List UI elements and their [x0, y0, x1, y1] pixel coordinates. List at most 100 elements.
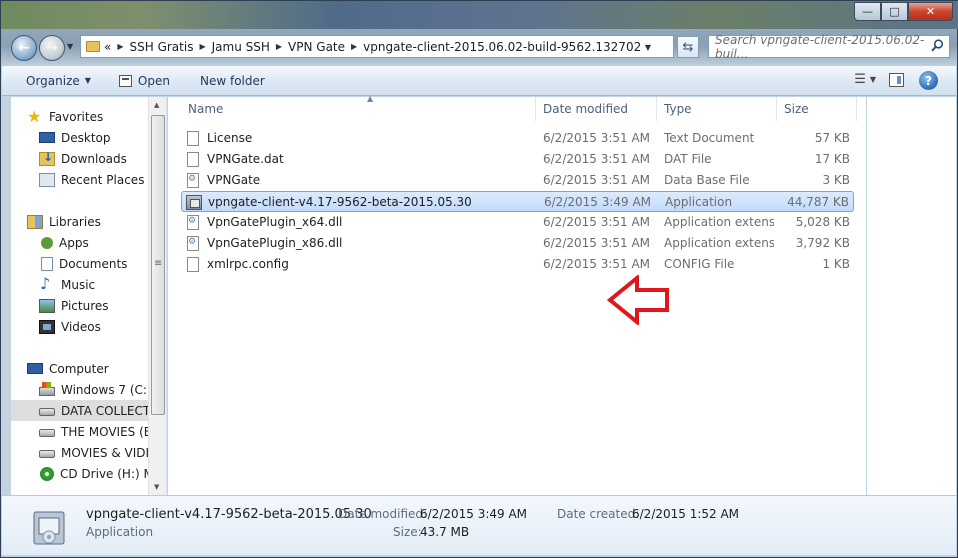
file-name: VPNGate	[207, 173, 261, 187]
column-header-label: Date modified	[543, 102, 629, 116]
libraries-icon	[27, 214, 43, 229]
search-input[interactable]: Search vpngate-client-2015.06.02-buil...	[708, 32, 950, 61]
file-type: Text Document	[664, 131, 755, 145]
recent-places-icon	[39, 172, 55, 187]
file-size: 3 KB	[822, 173, 850, 187]
details-pane: vpngate-client-v4.17-9562-beta-2015.05.3…	[2, 495, 956, 555]
sidebar-item-label: CD Drive (H:) Mo	[60, 466, 162, 481]
maximize-button[interactable]: □	[881, 2, 908, 21]
explorer-window: — □ ✕ ← → ▼ « ▶ SSH Gratis ▶ Jamu SSH ▶ …	[0, 0, 958, 558]
navigation-pane: Favorites Desktop Downloads Recent Place…	[11, 97, 167, 495]
file-row[interactable]: VpnGatePlugin_x86.dll 6/2/2015 3:51 AM A…	[181, 233, 854, 254]
help-button[interactable]: ?	[919, 71, 938, 90]
apps-icon	[41, 236, 53, 249]
details-date-modified-label: Date modified:	[338, 507, 428, 521]
forward-button[interactable]: →	[39, 35, 65, 61]
address-bar[interactable]: « ▶ SSH Gratis ▶ Jamu SSH ▶ VPN Gate ▶ v…	[80, 35, 674, 58]
scroll-down-icon[interactable]: ▼	[154, 483, 159, 491]
organize-label: Organize	[26, 73, 80, 88]
change-view-button[interactable]: ☰ ▼	[854, 72, 876, 87]
sidebar-libraries-label: Libraries	[49, 214, 101, 229]
file-row[interactable]: xmlrpc.config 6/2/2015 3:51 AM CONFIG Fi…	[181, 254, 854, 275]
sidebar-favorites[interactable]: Favorites	[27, 106, 164, 127]
recent-pages-dropdown[interactable]: ▼	[67, 42, 73, 51]
sidebar-item-label: Music	[61, 277, 96, 292]
minimize-button[interactable]: —	[854, 2, 881, 21]
breadcrumb-current-folder[interactable]: vpngate-client-2015.06.02-build-9562.132…	[363, 40, 641, 54]
file-row[interactable]: VPNGate.dat 6/2/2015 3:51 AM DAT File 17…	[181, 149, 854, 170]
help-icon: ?	[925, 73, 932, 88]
column-header-label: Name	[188, 102, 224, 116]
command-bar: Organize ▼ Open New folder ☰ ▼ ?	[2, 65, 956, 96]
sidebar-libraries[interactable]: Libraries	[27, 211, 164, 232]
chevron-right-icon[interactable]: ▶	[351, 42, 357, 51]
breadcrumb: « ▶ SSH Gratis ▶ Jamu SSH ▶ VPN Gate ▶ v…	[104, 40, 641, 54]
column-header-type[interactable]: Type	[657, 97, 777, 121]
scroll-up-icon[interactable]: ▲	[154, 101, 159, 109]
file-size: 44,787 KB	[787, 195, 849, 209]
sidebar-computer[interactable]: Computer	[27, 358, 164, 379]
file-type: Data Base File	[664, 173, 750, 187]
file-type: Application extens...	[664, 215, 774, 229]
search-placeholder: Search vpngate-client-2015.06.02-buil...	[715, 32, 925, 61]
dat-file-icon	[187, 152, 199, 167]
red-annotation-arrow-icon	[607, 275, 669, 325]
pictures-icon	[39, 298, 55, 313]
file-row[interactable]: VPNGate 6/2/2015 3:51 AM Data Base File …	[181, 170, 854, 191]
documents-icon	[41, 256, 53, 271]
breadcrumb-ssh-gratis[interactable]: SSH Gratis	[130, 40, 194, 54]
details-view-icon: ☰	[854, 72, 866, 87]
organize-button[interactable]: Organize ▼	[2, 66, 101, 95]
file-name: vpngate-client-v4.17-9562-beta-2015.05.3…	[208, 195, 472, 209]
column-header-label: Size	[784, 102, 809, 116]
chevron-down-icon: ▼	[84, 76, 91, 85]
file-date: 6/2/2015 3:51 AM	[543, 173, 651, 187]
file-date: 6/2/2015 3:51 AM	[543, 152, 651, 166]
column-header-date[interactable]: Date modified	[536, 97, 657, 121]
details-file-type: Application	[86, 525, 154, 539]
sidebar-item-label: Recent Places	[61, 172, 145, 187]
chevron-right-icon[interactable]: ▶	[199, 42, 205, 51]
details-date-modified: 6/2/2015 3:49 AM	[420, 507, 528, 521]
navigation-row: ← → ▼ « ▶ SSH Gratis ▶ Jamu SSH ▶ VPN Ga…	[1, 29, 958, 63]
file-type: DAT File	[664, 152, 712, 166]
arrow-right-icon: →	[46, 40, 58, 56]
file-row-selected[interactable]: vpngate-client-v4.17-9562-beta-2015.05.3…	[181, 191, 854, 212]
downloads-icon	[39, 150, 55, 166]
back-button[interactable]: ←	[11, 35, 37, 61]
open-icon	[118, 74, 132, 87]
config-file-icon	[187, 257, 199, 272]
refresh-button[interactable]: ⇆	[677, 36, 699, 58]
sidebar-item-drive-d[interactable]: DATA COLLECTIONS (D:)	[11, 400, 148, 421]
computer-icon	[27, 363, 43, 374]
application-icon	[186, 195, 202, 210]
dll-file-icon	[187, 215, 199, 230]
new-folder-button[interactable]: New folder	[180, 66, 275, 95]
file-name: License	[207, 131, 253, 145]
dll-file-icon	[187, 236, 199, 251]
chevron-right-icon[interactable]: ▶	[117, 42, 123, 51]
address-dropdown-icon[interactable]: ▼	[645, 43, 651, 52]
search-icon[interactable]	[931, 39, 944, 52]
column-header-name[interactable]: Name ▲	[181, 94, 536, 121]
chevron-right-icon[interactable]: ▶	[276, 42, 282, 51]
file-date: 6/2/2015 3:51 AM	[543, 215, 651, 229]
open-label: Open	[137, 73, 170, 88]
application-large-icon	[33, 511, 65, 545]
title-bar: — □ ✕	[1, 1, 958, 29]
breadcrumb-overflow[interactable]: «	[104, 40, 111, 54]
open-button[interactable]: Open	[101, 66, 180, 95]
file-row[interactable]: License 6/2/2015 3:51 AM Text Document 5…	[181, 128, 854, 149]
sidebar-computer-label: Computer	[49, 361, 109, 376]
close-button[interactable]: ✕	[908, 2, 953, 21]
scrollbar-thumb[interactable]	[151, 115, 165, 415]
file-size: 57 KB	[814, 131, 850, 145]
file-name: VpnGatePlugin_x86.dll	[207, 236, 343, 250]
navigation-scrollbar[interactable]: ▲ ▼	[148, 97, 166, 495]
breadcrumb-vpn-gate[interactable]: VPN Gate	[288, 40, 345, 54]
preview-pane-button[interactable]	[889, 73, 904, 87]
file-row[interactable]: VpnGatePlugin_x64.dll 6/2/2015 3:51 AM A…	[181, 212, 854, 233]
breadcrumb-jamu-ssh[interactable]: Jamu SSH	[212, 40, 270, 54]
refresh-icon: ⇆	[682, 39, 694, 55]
column-header-size[interactable]: Size	[777, 97, 857, 121]
